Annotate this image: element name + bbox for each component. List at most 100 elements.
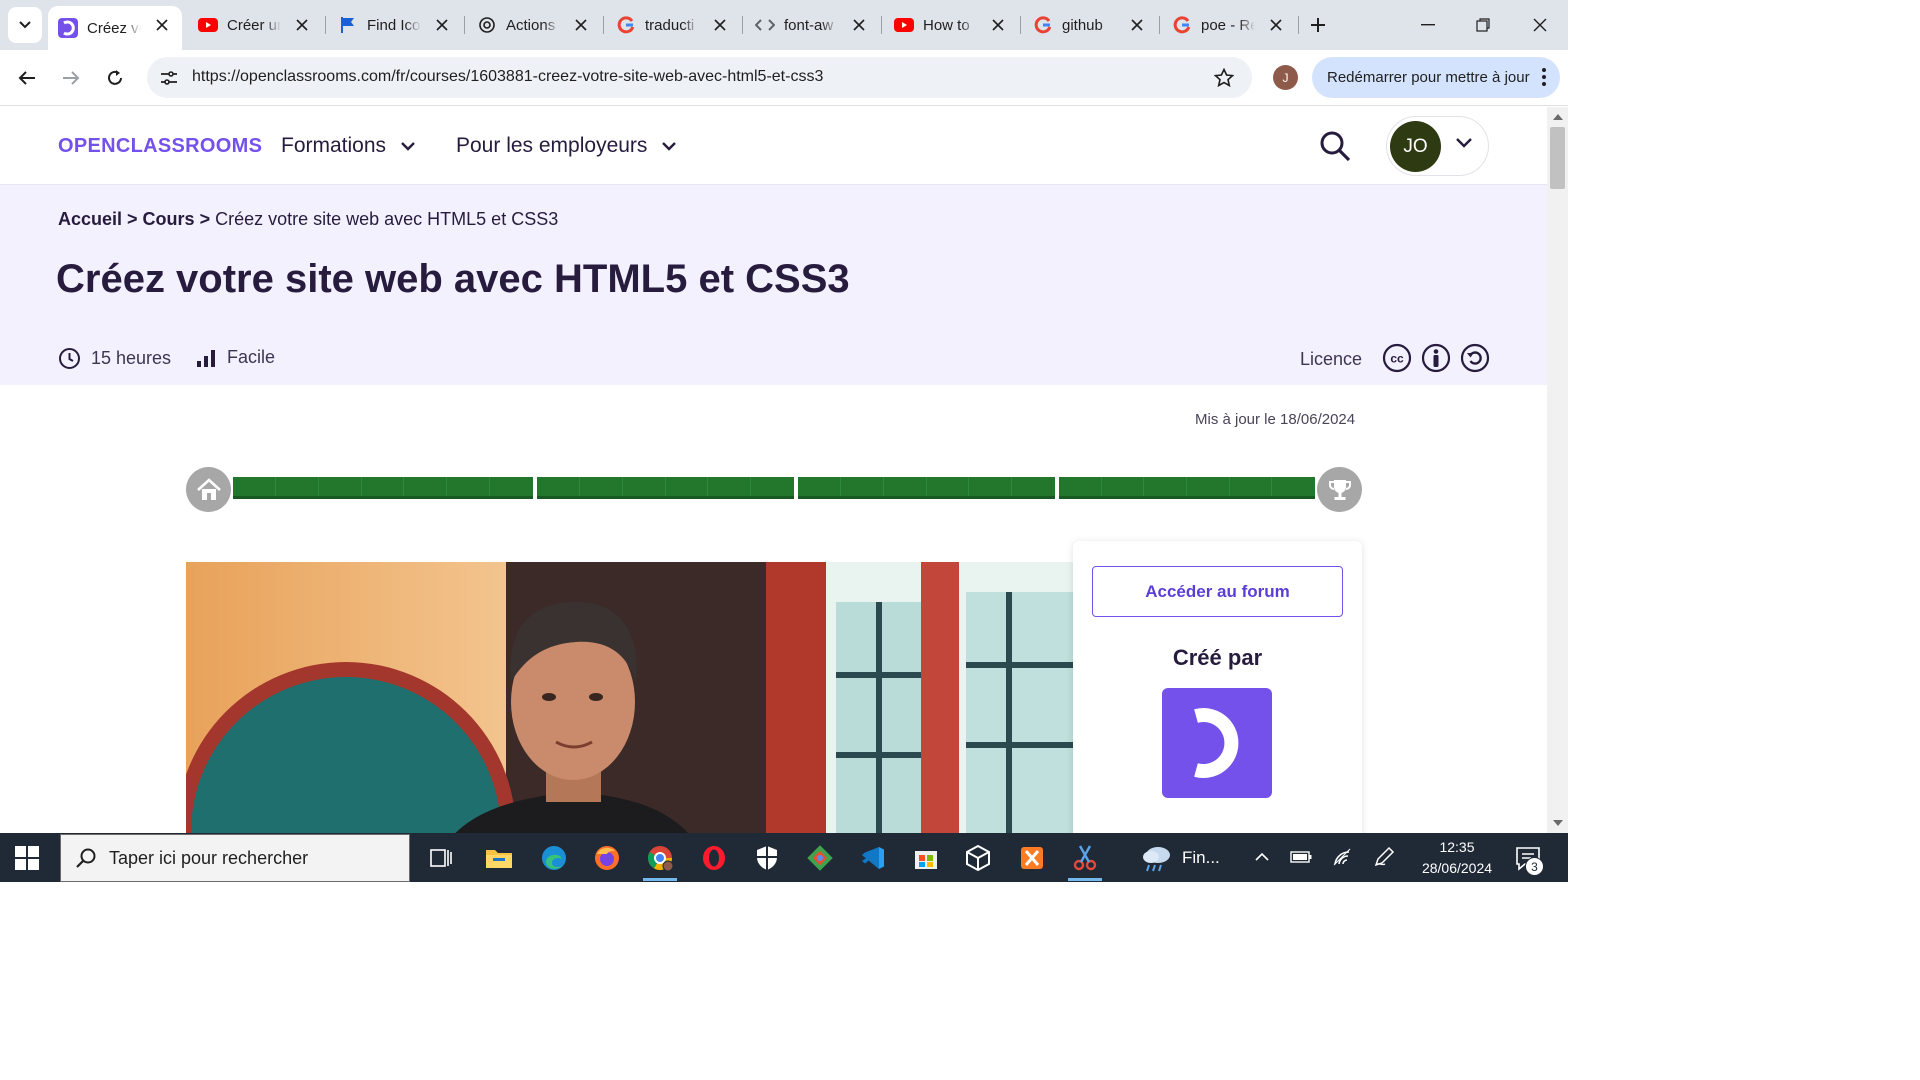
by-icon[interactable]: [1421, 343, 1451, 373]
openclassrooms-author-logo[interactable]: [1162, 688, 1272, 798]
minimize-button[interactable]: [1415, 12, 1441, 38]
window-close-button[interactable]: [1527, 12, 1553, 38]
browser-tab-strip: Créez vo Créer un Find Ico Actions tradu…: [0, 0, 1568, 50]
progress-part-1[interactable]: [233, 477, 533, 499]
nav-employers[interactable]: Pour les employeurs: [456, 134, 677, 158]
task-view-button[interactable]: [416, 833, 466, 882]
xampp-app[interactable]: [1007, 833, 1057, 882]
browser-profile-avatar[interactable]: J: [1273, 65, 1298, 90]
edge-app[interactable]: [529, 833, 579, 882]
reload-button[interactable]: [99, 62, 131, 94]
url-text[interactable]: https://openclassrooms.com/fr/courses/16…: [192, 68, 823, 86]
video-thumbnail: [186, 562, 1076, 833]
breadcrumb-separator: >: [122, 209, 143, 229]
sa-icon[interactable]: [1460, 343, 1490, 373]
restart-update-button[interactable]: Redémarrer pour mettre à jour: [1312, 57, 1560, 98]
forward-button[interactable]: [55, 62, 87, 94]
scroll-thumb[interactable]: [1550, 127, 1565, 189]
weather-widget[interactable]: Fin...: [1140, 833, 1220, 882]
address-bar[interactable]: https://openclassrooms.com/fr/courses/16…: [147, 57, 1252, 98]
opera-app[interactable]: [689, 833, 739, 882]
chevron-down-icon: [662, 142, 677, 151]
browser-tab-7[interactable]: github: [1023, 6, 1157, 44]
breadcrumb-home[interactable]: Accueil: [58, 209, 122, 229]
site-settings-icon[interactable]: [157, 66, 181, 90]
security-app[interactable]: [742, 833, 792, 882]
openclassrooms-logo[interactable]: OPENCLASSROOMS: [58, 135, 262, 158]
firefox-icon: [595, 845, 619, 870]
google-icon: [1172, 15, 1192, 35]
firefox-app[interactable]: [582, 833, 632, 882]
close-icon[interactable]: [1127, 15, 1147, 35]
opera-icon: [703, 845, 725, 870]
browser-tab-3[interactable]: Actions: [467, 6, 601, 44]
browser-tab-1[interactable]: Créer un: [188, 6, 322, 44]
chrome-icon: [647, 845, 674, 871]
tab-label: How to: [923, 16, 970, 34]
vscode-icon: [862, 846, 884, 869]
openai-icon: [477, 15, 497, 35]
store-icon: [915, 850, 937, 869]
browser-tab-6[interactable]: How to: [884, 6, 1018, 44]
tab-separator: [1298, 16, 1299, 34]
restore-button[interactable]: [1470, 12, 1496, 38]
chrome-app[interactable]: [635, 833, 685, 882]
more-vert-icon[interactable]: [1542, 68, 1546, 90]
difficulty-text: Facile: [227, 347, 276, 367]
close-icon[interactable]: [292, 15, 312, 35]
minimize-icon: [1421, 24, 1435, 26]
progress-end[interactable]: [1317, 467, 1362, 512]
nav-formations[interactable]: Formations: [281, 134, 416, 158]
browser-tab-5[interactable]: font-aw: [745, 6, 879, 44]
google-icon: [616, 15, 636, 35]
wifi-icon[interactable]: [1330, 845, 1354, 869]
close-icon[interactable]: [849, 15, 869, 35]
progress-chapter-divider: [1059, 477, 1272, 496]
cc-icon[interactable]: cc: [1382, 343, 1412, 373]
progress-part-2[interactable]: [537, 477, 794, 499]
course-video[interactable]: [186, 562, 1076, 833]
new-tab-button[interactable]: [1306, 13, 1330, 37]
close-icon[interactable]: [432, 15, 452, 35]
bookmark-star-icon[interactable]: [1212, 66, 1236, 90]
back-button[interactable]: [11, 62, 43, 94]
task-view-icon: [430, 848, 452, 867]
battery-icon[interactable]: [1289, 845, 1313, 869]
browser-tab-0[interactable]: Créez vo: [48, 6, 182, 50]
snipping-tool-app[interactable]: [1060, 833, 1110, 882]
progress-start[interactable]: [186, 467, 231, 512]
avatar[interactable]: JO: [1390, 121, 1441, 172]
close-icon[interactable]: [571, 15, 591, 35]
pen-icon[interactable]: [1372, 845, 1396, 869]
windows-start-icon[interactable]: [14, 845, 40, 871]
forum-button[interactable]: Accéder au forum: [1092, 566, 1343, 617]
breadcrumb-courses[interactable]: Cours: [143, 209, 195, 229]
tab-search-button[interactable]: [8, 7, 42, 43]
close-icon[interactable]: [152, 15, 172, 35]
user-menu[interactable]: JO: [1386, 116, 1489, 176]
scroll-up-icon[interactable]: [1553, 114, 1563, 120]
search-icon[interactable]: [1318, 129, 1352, 163]
clock-date: 28/06/2024: [1421, 860, 1493, 876]
git-app[interactable]: [795, 833, 845, 882]
store-app[interactable]: [901, 833, 951, 882]
page-scrollbar[interactable]: [1547, 107, 1568, 833]
browser-tab-8[interactable]: poe - Re: [1162, 6, 1296, 44]
close-icon[interactable]: [1266, 15, 1286, 35]
openclassrooms-icon: [58, 18, 78, 38]
file-explorer-app[interactable]: [474, 833, 524, 882]
tray-overflow-icon[interactable]: [1250, 845, 1274, 869]
browser-tab-2[interactable]: Find Ico: [328, 6, 462, 44]
scroll-down-icon[interactable]: [1553, 820, 1563, 826]
tab-label: traducti: [645, 16, 695, 34]
taskbar-clock[interactable]: 12:35 28/06/2024: [1412, 837, 1502, 879]
close-icon[interactable]: [988, 15, 1008, 35]
progress-part-4[interactable]: [1059, 477, 1315, 499]
vscode-app[interactable]: [848, 833, 898, 882]
virtualbox-app[interactable]: [953, 833, 1003, 882]
close-icon[interactable]: [710, 15, 730, 35]
windows-taskbar: Taper ici pour rechercher Fin... 12:35 2…: [0, 833, 1568, 882]
browser-tab-4[interactable]: traducti: [606, 6, 740, 44]
progress-part-3[interactable]: [798, 477, 1055, 499]
taskbar-search[interactable]: Taper ici pour rechercher: [60, 834, 410, 882]
